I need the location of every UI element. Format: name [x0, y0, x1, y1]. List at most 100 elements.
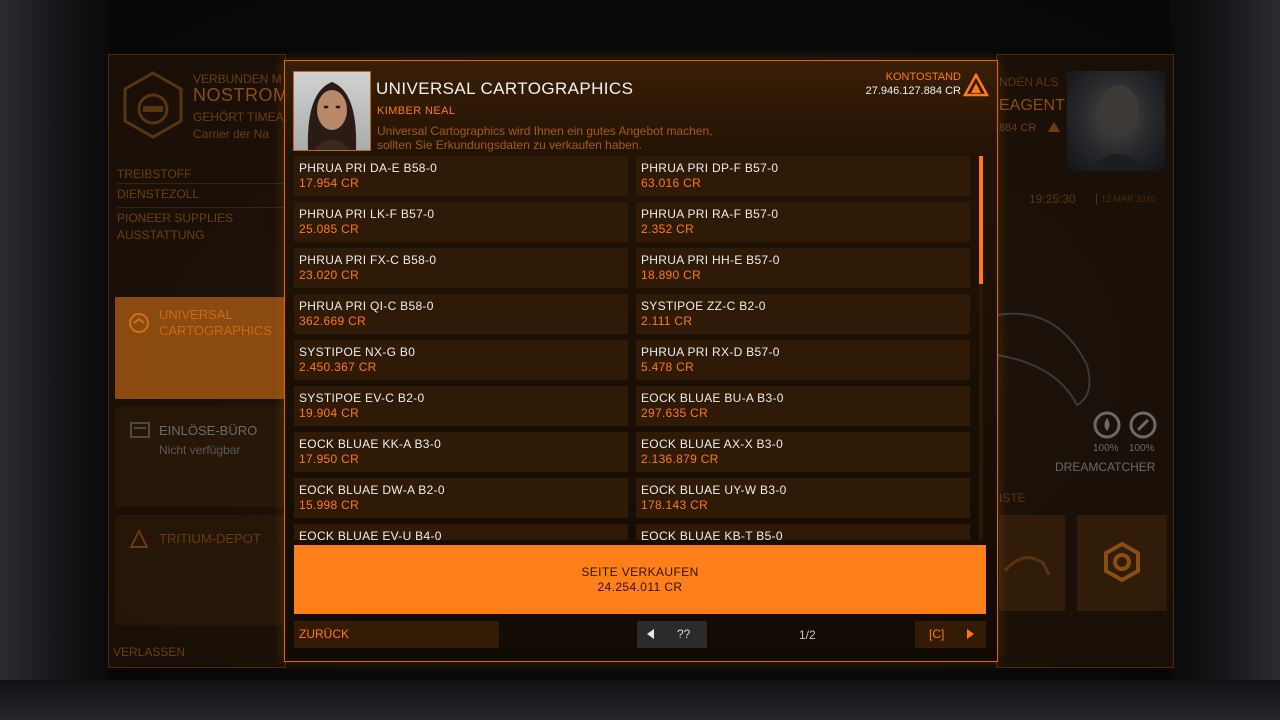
card-title: CARTOGRAPHICS: [159, 323, 272, 338]
system-data-item[interactable]: PHRUA PRI DA-E B58-0 17.954 CR: [294, 156, 628, 196]
card-redemption-office[interactable]: EINLÖSE-BÜRO Nicht verfügbar: [115, 407, 285, 507]
system-name: SYSTIPOE NX-G B0: [299, 345, 416, 359]
sell-value: 24.254.011 CR: [597, 580, 683, 594]
contact-name: KIMBER NEAL: [377, 105, 456, 117]
scrollbar-thumb[interactable]: [979, 156, 983, 284]
card-title: UNIVERSAL: [159, 307, 233, 322]
system-value: 2.136.879 CR: [641, 452, 719, 466]
system-value: 5.478 CR: [641, 360, 695, 374]
system-value: 15.998 CR: [299, 498, 360, 512]
next-page-button[interactable]: [C]: [915, 621, 986, 648]
system-data-item[interactable]: PHRUA PRI FX-C B58-0 23.020 CR: [294, 248, 628, 288]
system-name: EOCK BLUAE EV-U B4-0: [299, 529, 442, 540]
station-services-panel: VERBUNDEN M NOSTROM GEHÖRT TIMEA Carrier…: [108, 54, 286, 668]
fleet-carrier-icon: [123, 71, 183, 139]
keybind-label: [C]: [929, 627, 945, 641]
ship-outline: [997, 312, 1091, 407]
system-data-item[interactable]: SYSTIPOE ZZ-C B2-0 2.111 CR: [636, 294, 970, 334]
system-data-item[interactable]: EOCK BLUAE EV-U B4-0: [294, 524, 628, 540]
time-display: 19:25:30: [1029, 192, 1076, 206]
cockpit-frame-right: [1170, 0, 1280, 720]
document-icon: [130, 422, 150, 438]
system-name: PHRUA PRI FX-C B58-0: [299, 253, 437, 267]
hexagon-settings-icon: [1104, 541, 1140, 583]
station-title: UNIVERSAL CARTOGRAPHICS: [376, 79, 634, 98]
back-button[interactable]: ZURÜCK: [294, 621, 499, 648]
hull-integrity-icon: [1093, 411, 1121, 439]
system-name: PHRUA PRI DA-E B58-0: [299, 161, 438, 175]
card-tritium-depot[interactable]: TRITIUM-DEPOT: [115, 515, 285, 625]
system-value: 362.669 CR: [299, 314, 367, 328]
divider: [117, 183, 285, 184]
list-scrollbar[interactable]: [979, 156, 983, 540]
system-value: 25.085 CR: [299, 222, 360, 236]
cockpit-frame-bottom: [0, 680, 1280, 720]
module-integrity-icon: [1129, 411, 1157, 439]
system-name: PHRUA PRI QI-C B58-0: [299, 299, 434, 313]
system-name: PHRUA PRI RA-F B57-0: [641, 207, 779, 221]
engineer-tile[interactable]: [1077, 515, 1167, 611]
arrow-left-icon: [647, 629, 654, 639]
system-data-item[interactable]: EOCK BLUAE UY-W B3-0 178.143 CR: [636, 478, 970, 518]
cartographics-icon: [129, 313, 149, 333]
menu-item-outfitting[interactable]: AUSSTATTUNG: [117, 228, 285, 242]
system-value: 2.450.367 CR: [299, 360, 377, 374]
system-data-item[interactable]: SYSTIPOE EV-C B2-0 19.904 CR: [294, 386, 628, 426]
shipyard-tile[interactable]: [999, 515, 1065, 611]
card-subtitle: Nicht verfügbar: [159, 443, 241, 457]
system-value: 23.020 CR: [299, 268, 360, 282]
balance-value: 27.946.127.884 CR: [865, 85, 961, 97]
system-data-item[interactable]: EOCK BLUAE BU-A B3-0 297.635 CR: [636, 386, 970, 426]
system-data-item[interactable]: EOCK BLUAE KB-T B5-0: [636, 524, 970, 540]
card-title: EINLÖSE-BÜRO: [159, 423, 258, 438]
system-data-item[interactable]: EOCK BLUAE KK-A B3-0 17.950 CR: [294, 432, 628, 472]
owner-label: GEHÖRT TIMEA: [193, 110, 284, 124]
cockpit-frame-left: [0, 0, 110, 720]
carrier-type: Carrier der Na: [193, 127, 270, 141]
time-separator: |: [1095, 191, 1099, 205]
commander-credits: 884 CR: [999, 122, 1037, 134]
system-name: EOCK BLUAE DW-A B2-0: [299, 483, 445, 497]
system-data-item[interactable]: PHRUA PRI QI-C B58-0 362.669 CR: [294, 294, 628, 334]
system-name: EOCK BLUAE UY-W B3-0: [641, 483, 787, 497]
card-title: TRITIUM-DEPOT: [159, 531, 261, 546]
exit-button[interactable]: VERLASSEN: [113, 645, 185, 659]
commander-name: EAGENT: [999, 97, 1065, 114]
system-name: PHRUA PRI DP-F B57-0: [641, 161, 779, 175]
offer-line: Universal Cartographics wird Ihnen ein g…: [377, 124, 713, 138]
date-display: 12 MAR 3310: [1101, 194, 1157, 204]
system-name: EOCK BLUAE AX-X B3-0: [641, 437, 784, 451]
balance-label: KONTOSTAND: [885, 71, 961, 83]
system-value: 63.016 CR: [641, 176, 702, 190]
system-data-item[interactable]: EOCK BLUAE AX-X B3-0 2.136.879 CR: [636, 432, 970, 472]
system-data-item[interactable]: PHRUA PRI RA-F B57-0 2.352 CR: [636, 202, 970, 242]
hull-percent: 100%: [1093, 443, 1119, 454]
system-name: PHRUA PRI RX-D B57-0: [641, 345, 780, 359]
system-data-item[interactable]: PHRUA PRI LK-F B57-0 25.085 CR: [294, 202, 628, 242]
exploration-data-list[interactable]: PHRUA PRI DA-E B58-0 17.954 CR PHRUA PRI D…: [294, 156, 974, 540]
credits-icon: [1048, 122, 1060, 132]
system-data-item[interactable]: EOCK BLUAE DW-A B2-0 15.998 CR: [294, 478, 628, 518]
carrier-name: NOSTROM: [193, 85, 285, 105]
sell-page-button[interactable]: SEITE VERKAUFEN 24.254.011 CR: [294, 545, 986, 614]
system-value: 17.954 CR: [299, 176, 360, 190]
system-data-item[interactable]: PHRUA PRI DP-F B57-0 63.016 CR: [636, 156, 970, 196]
previous-page-button[interactable]: ??: [637, 621, 707, 648]
offer-line: sollten Sie Erkundungsdaten zu verkaufen…: [377, 138, 642, 152]
system-data-item[interactable]: SYSTIPOE NX-G B0 2.450.367 CR: [294, 340, 628, 380]
systems-grid: PHRUA PRI DA-E B58-0 17.954 CR PHRUA PRI D…: [294, 156, 974, 540]
system-data-item[interactable]: PHRUA PRI HH-E B57-0 18.890 CR: [636, 248, 970, 288]
ship-name: DREAMCATCHER: [1055, 460, 1156, 474]
system-value: 18.890 CR: [641, 268, 702, 282]
menu-item-pioneer-supplies[interactable]: PIONEER SUPPLIES: [117, 211, 285, 225]
connected-as-label: NDEN ALS: [999, 75, 1059, 89]
commander-avatar: [1089, 85, 1149, 171]
system-value: 17.950 CR: [299, 452, 360, 466]
system-data-item[interactable]: PHRUA PRI RX-D B57-0 5.478 CR: [636, 340, 970, 380]
system-name: EOCK BLUAE BU-A B3-0: [641, 391, 784, 405]
divider: [117, 207, 285, 208]
menu-item-fuel[interactable]: TREIBSTOFF: [117, 167, 285, 181]
contact-portrait: [293, 71, 371, 151]
card-universal-cartographics[interactable]: UNIVERSAL CARTOGRAPHICS: [115, 297, 285, 399]
menu-item-tariff[interactable]: DIENSTEZOLL: [117, 187, 285, 201]
